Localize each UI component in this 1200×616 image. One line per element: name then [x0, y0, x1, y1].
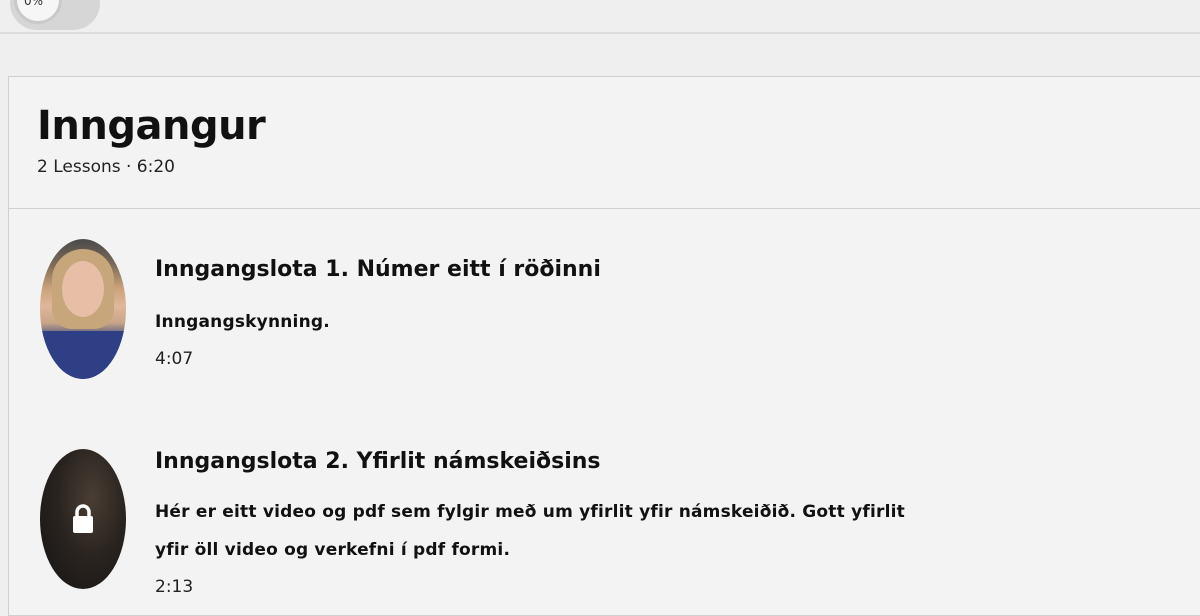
lesson-thumbnail[interactable] — [40, 449, 126, 589]
section-header: Inngangur 2 Lessons · 6:20 — [9, 77, 1200, 209]
lesson-description-line: yfir öll video og verkefni í pdf formi. — [155, 540, 511, 560]
lesson-description: Inngangskynning. — [155, 303, 915, 341]
lesson-description-line: Inngangskynning. — [155, 312, 330, 332]
section-meta: 2 Lessons · 6:20 — [37, 157, 175, 177]
lock-icon — [73, 504, 93, 533]
lesson-title[interactable]: Inngangslota 2. Yfirlit námskeiðsins — [155, 449, 601, 474]
lesson-duration: 2:13 — [155, 577, 194, 597]
top-bar: 0% — [0, 0, 1200, 34]
lesson-description-line: Hér er eitt video og pdf sem fylgir með … — [155, 502, 905, 522]
section-title: Inngangur — [37, 103, 266, 149]
lesson-duration: 4:07 — [155, 349, 194, 369]
lesson-description: Hér er eitt video og pdf sem fylgir með … — [155, 493, 915, 569]
lesson-thumbnail[interactable] — [40, 239, 126, 379]
course-section-card: Inngangur 2 Lessons · 6:20 Inngangslota … — [8, 76, 1200, 616]
thumbnail-face — [62, 261, 104, 317]
progress-label: 0% — [24, 0, 44, 8]
thumbnail-shirt — [40, 331, 126, 379]
lesson-title[interactable]: Inngangslota 1. Númer eitt í röðinni — [155, 257, 601, 282]
